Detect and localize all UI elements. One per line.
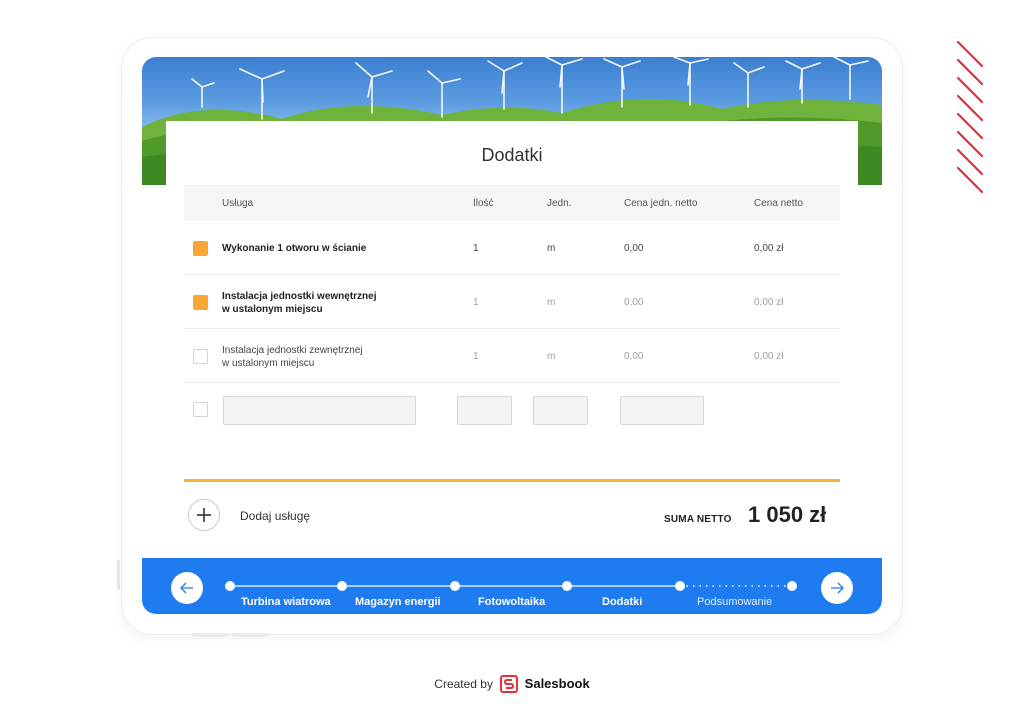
salesbook-logo-icon	[500, 675, 519, 693]
footer-prefix: Created by	[434, 677, 493, 692]
table-row: Instalacja jednostki wewnętrznej w ustal…	[184, 275, 840, 329]
addons-card: Dodatki Usługa Ilość Jedn. Cena jedn. ne…	[166, 121, 858, 560]
previous-step-button[interactable]	[171, 572, 203, 604]
decorative-stripes	[956, 40, 984, 194]
new-service-unit-input[interactable]	[533, 396, 588, 425]
step-dot-6	[787, 581, 797, 591]
service-name-line-1: Instalacja jednostki wewnętrznej	[222, 291, 377, 302]
table-row: Wykonanie 1 otworu w ścianie 1 m 0,00 0,…	[184, 221, 840, 275]
column-header-price: Cena netto	[754, 198, 803, 209]
column-header-unit-price: Cena jedn. netto	[624, 198, 698, 209]
step-dot-2	[337, 581, 347, 591]
summary-divider	[184, 479, 840, 482]
unit-price-value: 0,00	[624, 297, 644, 308]
service-name: Wykonanie 1 otworu w ścianie	[222, 243, 367, 254]
add-service-button[interactable]	[188, 499, 220, 531]
column-header-unit: Jedn.	[547, 198, 572, 209]
unit-value: m	[547, 351, 556, 362]
new-service-row	[184, 383, 840, 437]
arrow-left-icon	[180, 582, 193, 594]
quantity-value: 1	[473, 351, 479, 362]
price-value: 0,00 zł	[754, 297, 784, 308]
step-label-energy-storage[interactable]: Magazyn energii	[355, 596, 441, 608]
tablet-side-button	[117, 560, 120, 590]
add-service-label[interactable]: Dodaj usługę	[240, 509, 310, 523]
step-label-photovoltaics[interactable]: Fotowoltaika	[478, 596, 545, 608]
tablet-foot-left	[192, 633, 228, 637]
step-dot-3	[450, 581, 460, 591]
step-label-wind-turbine[interactable]: Turbina wiatrowa	[241, 596, 331, 608]
step-dot-4	[562, 581, 572, 591]
new-service-name-input[interactable]	[223, 396, 416, 425]
unit-value: m	[547, 297, 556, 308]
service-name-line-2: w ustalonym miejscu	[222, 358, 315, 369]
service-name-line-1: Instalacja jednostki zewnętrznej	[222, 345, 363, 356]
service-name-line-2: w ustalonym miejscu	[222, 304, 323, 315]
row-checkbox[interactable]	[193, 349, 208, 364]
step-dot-5	[675, 581, 685, 591]
footer-credit: Created by Salesbook	[0, 675, 1024, 694]
quantity-value: 1	[473, 243, 479, 254]
table-row: Instalacja jednostki zewnętrznej w ustal…	[184, 329, 840, 383]
unit-price-value: 0,00	[624, 243, 644, 254]
new-service-quantity-input[interactable]	[457, 396, 512, 425]
footer-brand[interactable]: Salesbook	[525, 676, 590, 691]
column-header-service: Usługa	[222, 198, 254, 209]
new-row-checkbox[interactable]	[193, 402, 208, 417]
next-step-button[interactable]	[821, 572, 853, 604]
unit-value: m	[547, 243, 556, 254]
tablet-foot-right	[232, 633, 268, 637]
arrow-right-icon	[831, 582, 844, 594]
service-name: Instalacja jednostki zewnętrznej w ustal…	[222, 344, 363, 370]
unit-price-value: 0,00	[624, 351, 644, 362]
net-total-label: SUMA NETTO	[664, 514, 732, 525]
page-title: Dodatki	[481, 145, 543, 165]
table-header: Usługa Ilość Jedn. Cena jedn. netto Cena…	[184, 185, 840, 221]
plus-icon	[197, 508, 211, 522]
net-total-value: 1 050 zł	[748, 502, 827, 527]
step-navigation: Turbina wiatrowa Magazyn energii Fotowol…	[142, 558, 882, 614]
tablet-screen: Dodatki Usługa Ilość Jedn. Cena jedn. ne…	[142, 57, 882, 614]
new-service-unit-price-input[interactable]	[620, 396, 704, 425]
step-label-addons[interactable]: Dodatki	[602, 596, 642, 608]
row-checkbox[interactable]	[193, 241, 208, 256]
service-name: Instalacja jednostki wewnętrznej w ustal…	[222, 290, 377, 316]
column-header-quantity: Ilość	[473, 198, 494, 209]
step-label-summary[interactable]: Podsumowanie	[697, 596, 772, 608]
page: Dodatki Usługa Ilość Jedn. Cena jedn. ne…	[0, 0, 1024, 706]
row-checkbox[interactable]	[193, 295, 208, 310]
step-dot-1	[225, 581, 235, 591]
quantity-value: 1	[473, 297, 479, 308]
price-value: 0,00 zł	[754, 351, 784, 362]
price-value: 0,00 zł	[754, 243, 784, 254]
